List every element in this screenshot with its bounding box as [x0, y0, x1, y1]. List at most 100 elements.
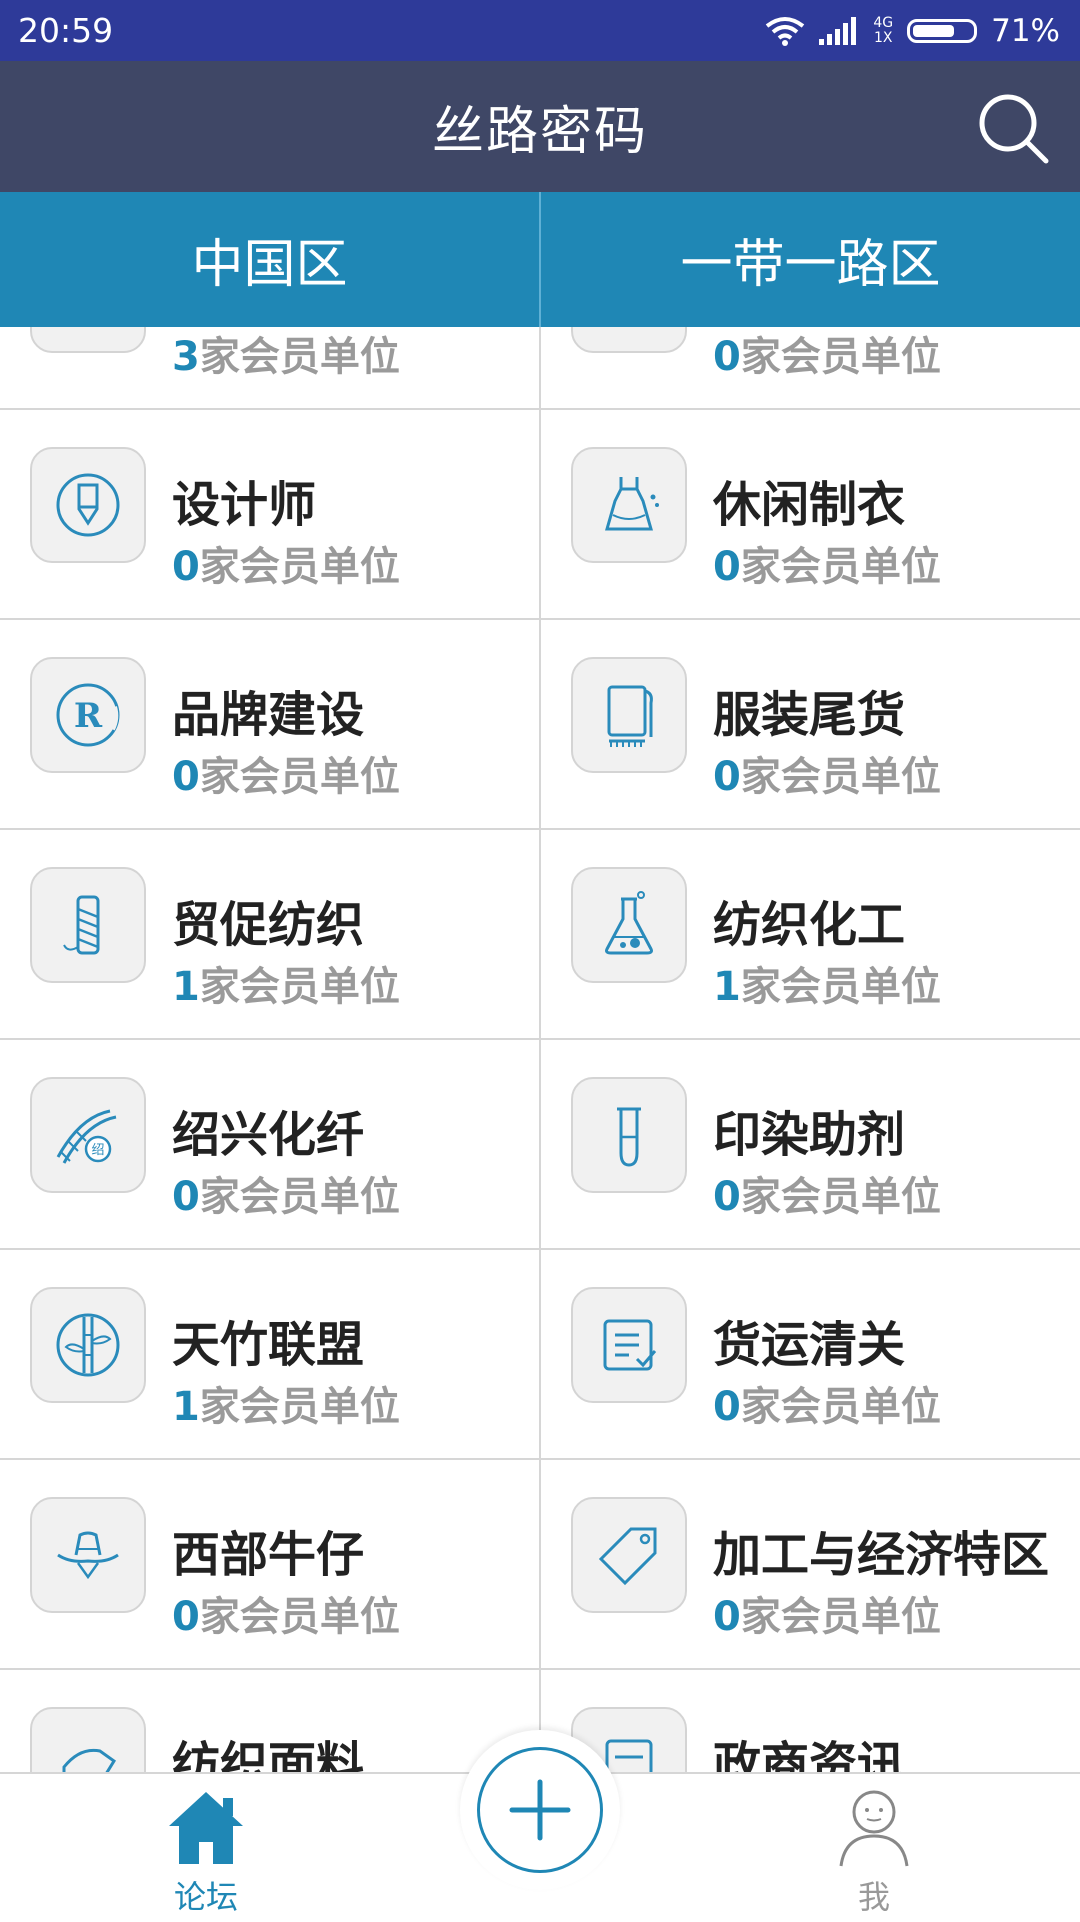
- plus-icon: [509, 1779, 571, 1841]
- nav-me-label: 我: [857, 1878, 890, 1916]
- member-count: 1: [172, 964, 200, 1010]
- member-count-suffix: 家会员单位: [199, 334, 400, 380]
- member-count: 0: [172, 544, 200, 590]
- registered-trademark-icon: R: [56, 683, 120, 747]
- category-icon-tile: [571, 1287, 687, 1403]
- category-card[interactable]: 纺织面料: [0, 1670, 539, 1772]
- category-grid: 3家会员单位 0家会员单位 设计师 0家会员单位 休闲制衣 0家会员单位 R 品牌建设 0家会员…: [0, 327, 1080, 1772]
- member-count-suffix: 家会员单位: [740, 1594, 941, 1640]
- category-icon-tile: [30, 1287, 146, 1403]
- category-title: 绍兴化纤: [172, 1107, 365, 1163]
- category-card[interactable]: 政商资讯: [541, 1670, 1080, 1772]
- category-card[interactable]: 0家会员单位: [541, 327, 1080, 408]
- member-count-line: 0家会员单位: [713, 744, 941, 802]
- member-count-line: 0家会员单位: [172, 534, 400, 592]
- category-card[interactable]: 设计师 0家会员单位: [0, 410, 539, 618]
- category-icon-tile: [571, 1497, 687, 1613]
- member-count: 0: [713, 754, 741, 800]
- category-icon-tile: [571, 657, 687, 773]
- member-count-line: 0家会员单位: [713, 1584, 941, 1642]
- category-card[interactable]: 3家会员单位: [0, 327, 539, 408]
- shirt-icon: [50, 327, 126, 333]
- add-circle: [477, 1747, 603, 1873]
- category-card[interactable]: 西部牛仔 0家会员单位: [0, 1460, 539, 1668]
- member-count-suffix: 家会员单位: [199, 1384, 400, 1430]
- member-count-suffix: 家会员单位: [740, 1174, 941, 1220]
- battery-fill: [913, 24, 955, 37]
- wifi-icon: [766, 16, 805, 46]
- member-count-suffix: 家会员单位: [740, 544, 941, 590]
- member-count-line: 1家会员单位: [172, 954, 400, 1012]
- category-card[interactable]: 绍 绍兴化纤 0家会员单位: [0, 1040, 539, 1248]
- member-count-line: 0家会员单位: [172, 744, 400, 802]
- status-indicators: 4G 1X 71%: [765, 13, 1060, 49]
- category-icon-tile: [30, 1707, 146, 1772]
- category-icon-tile: [30, 327, 146, 353]
- category-grid-viewport[interactable]: 3家会员单位 0家会员单位 设计师 0家会员单位 休闲制衣 0家会员单位 R 品牌建设 0家会员…: [0, 327, 1080, 1772]
- member-count: 0: [713, 1384, 741, 1430]
- flask-icon: [605, 891, 653, 955]
- tab-belt-and-road[interactable]: 一带一路区: [539, 192, 1080, 327]
- category-card[interactable]: 服装尾货 0家会员单位: [541, 620, 1080, 828]
- pen-nib-icon: [56, 473, 120, 537]
- category-title: 印染助剂: [713, 1107, 906, 1163]
- member-count-line: 0家会员单位: [713, 534, 941, 592]
- member-count-suffix: 家会员单位: [740, 964, 941, 1010]
- category-icon-tile: [30, 447, 146, 563]
- member-count: 0: [713, 334, 741, 380]
- network-type-top: 4G: [873, 14, 894, 31]
- category-title: 加工与经济特区: [713, 1527, 1050, 1583]
- thread-spool-icon: [63, 895, 100, 955]
- battery-percent: 71%: [991, 12, 1060, 49]
- svg-text:绍: 绍: [91, 1143, 104, 1158]
- price-tag-icon: [598, 1527, 657, 1586]
- tab-china[interactable]: 中国区: [0, 192, 539, 327]
- member-count: 0: [172, 1174, 200, 1220]
- category-title: 货运清关: [713, 1317, 906, 1373]
- category-icon-tile: [571, 1077, 687, 1193]
- category-title: 品牌建设: [172, 687, 365, 743]
- member-count-suffix: 家会员单位: [199, 544, 400, 590]
- category-card[interactable]: 天竹联盟 1家会员单位: [0, 1250, 539, 1458]
- member-count-suffix: 家会员单位: [740, 1384, 941, 1430]
- nav-forum[interactable]: 论坛: [106, 1774, 306, 1922]
- member-count: 3: [172, 334, 200, 380]
- category-title: 服装尾货: [713, 687, 906, 743]
- member-count: 1: [713, 964, 741, 1010]
- battery-icon: [907, 18, 978, 43]
- jacket-icon: [591, 327, 667, 333]
- category-title: 西部牛仔: [172, 1527, 365, 1583]
- member-count-suffix: 家会员单位: [199, 1594, 400, 1640]
- member-count-line: 3家会员单位: [172, 327, 400, 382]
- checklist-icon: [603, 1319, 657, 1371]
- category-card[interactable]: 加工与经济特区 0家会员单位: [541, 1460, 1080, 1668]
- page-title: 丝路密码: [431, 102, 648, 162]
- user-icon: [839, 1790, 909, 1867]
- category-title: 贸促纺织: [172, 897, 365, 953]
- category-card[interactable]: 休闲制衣 0家会员单位: [541, 410, 1080, 618]
- add-post-button[interactable]: [460, 1730, 620, 1890]
- category-icon-tile: R: [30, 657, 146, 773]
- network-type-bottom: 1X: [873, 29, 893, 46]
- category-card[interactable]: 纺织化工 1家会员单位: [541, 830, 1080, 1038]
- category-icon-tile: [30, 1497, 146, 1613]
- category-card[interactable]: 印染助剂 0家会员单位: [541, 1040, 1080, 1248]
- category-title: 政商资讯: [713, 1737, 906, 1772]
- category-icon-tile: [571, 327, 687, 353]
- region-tabs: 中国区 一带一路区: [0, 192, 1080, 327]
- member-count-suffix: 家会员单位: [199, 754, 400, 800]
- member-count-suffix: 家会员单位: [199, 964, 400, 1010]
- category-card[interactable]: 贸促纺织 1家会员单位: [0, 830, 539, 1038]
- member-count-line: 0家会员单位: [172, 1164, 400, 1222]
- bamboo-icon: [56, 1313, 120, 1377]
- member-count: 1: [172, 1384, 200, 1430]
- status-time: 20:59: [18, 11, 114, 50]
- fabric-roll-icon: [607, 685, 653, 747]
- category-title: 休闲制衣: [713, 477, 906, 533]
- nav-me[interactable]: 我: [774, 1774, 974, 1922]
- search-icon[interactable]: [976, 91, 1052, 167]
- member-count-line: 0家会员单位: [713, 1164, 941, 1222]
- category-card[interactable]: R 品牌建设 0家会员单位: [0, 620, 539, 828]
- member-count: 0: [172, 754, 200, 800]
- category-card[interactable]: 货运清关 0家会员单位: [541, 1250, 1080, 1458]
